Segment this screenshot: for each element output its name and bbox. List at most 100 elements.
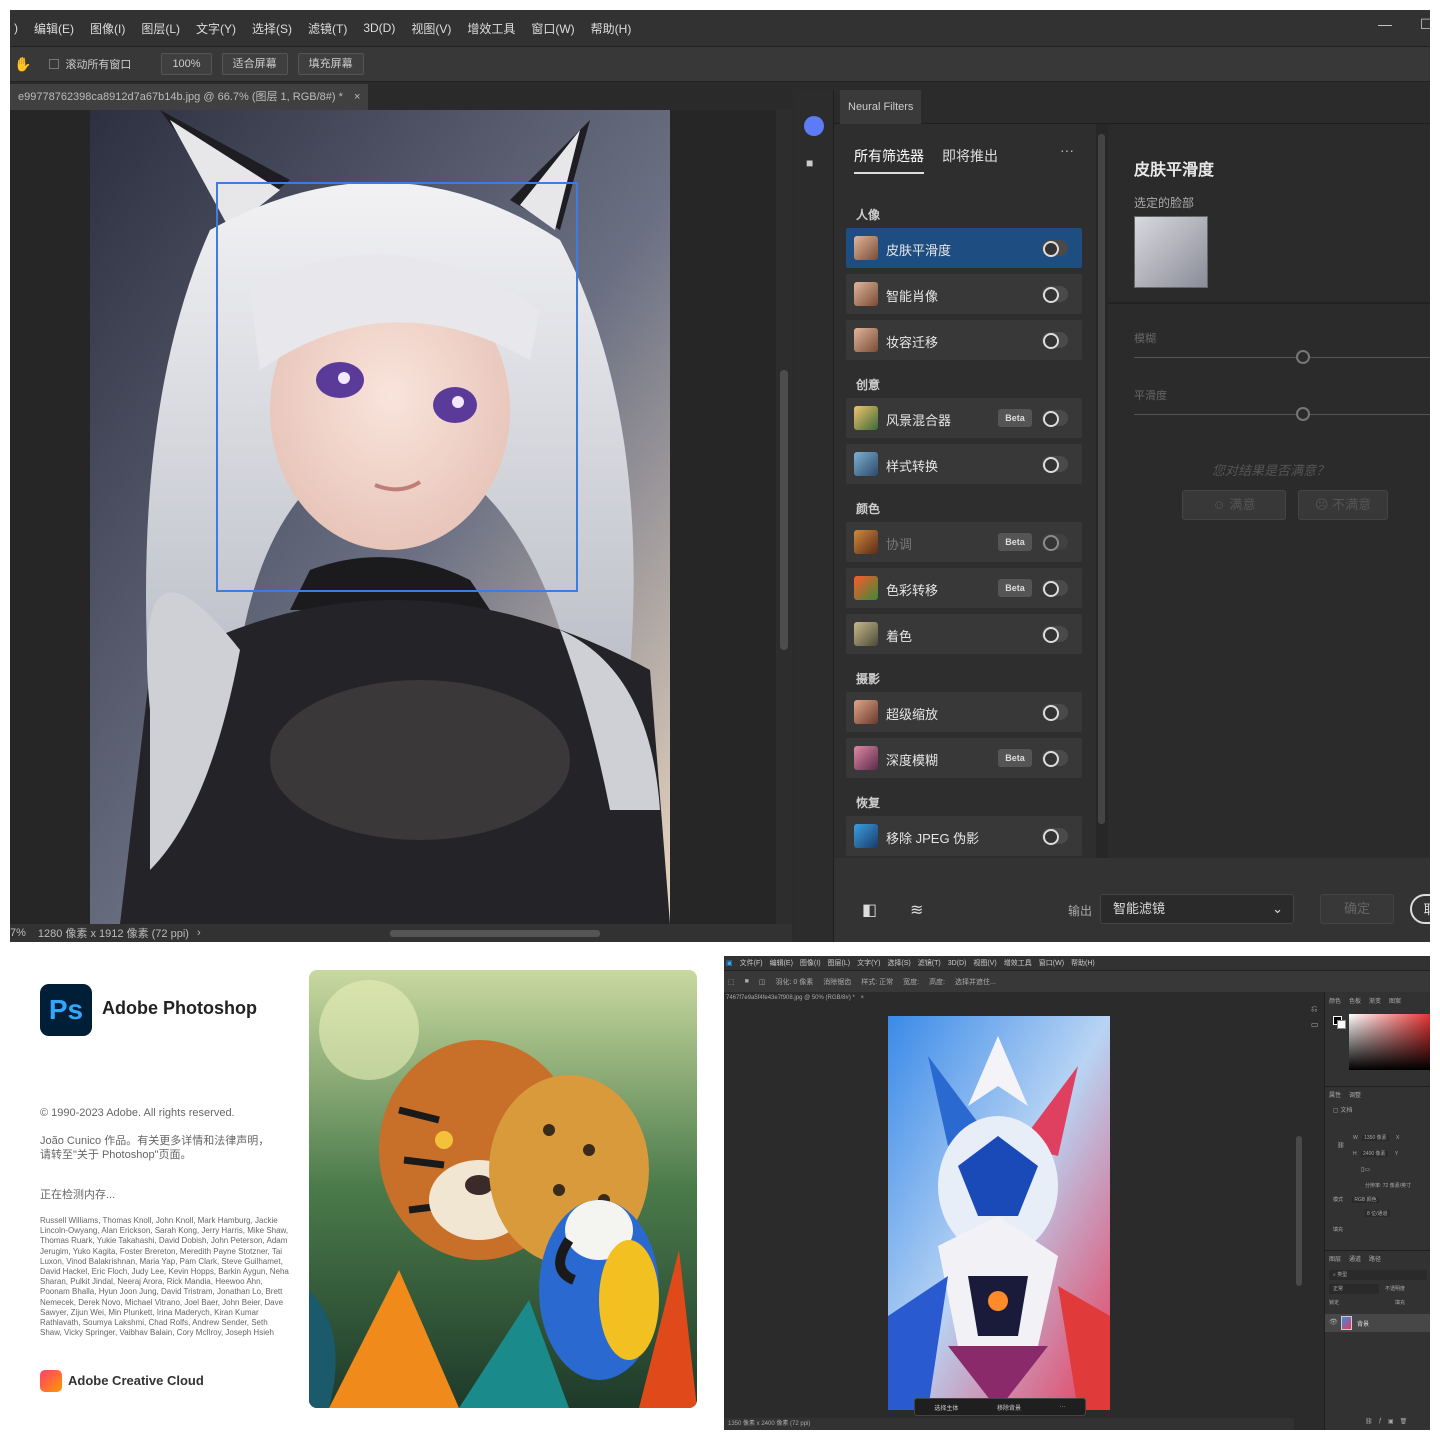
document-tab[interactable]: e99778762398ca8912d7a67b14b.jpg @ 66.7% … xyxy=(10,84,369,110)
menu-item[interactable]: ) xyxy=(14,21,18,35)
marketplace-icon[interactable]: ■ xyxy=(806,156,813,170)
scrollbar-thumb[interactable] xyxy=(1098,134,1105,824)
bit-depth-select[interactable]: 8 位/通道 xyxy=(1365,1210,1390,1217)
maximize-icon[interactable]: ☐ xyxy=(1420,16,1430,33)
style-select[interactable]: 样式: 正常 xyxy=(861,977,893,987)
new-layer-icon[interactable]: ▣ xyxy=(1388,1418,1394,1425)
fit-screen-button[interactable]: 适合屏幕 xyxy=(221,53,288,75)
not-satisfied-button[interactable]: ☹ 不满意 xyxy=(1298,490,1388,520)
blur-slider-handle[interactable] xyxy=(1296,350,1310,364)
menu-view[interactable]: 视图(V) xyxy=(411,20,451,37)
filter-landscape-mixer[interactable]: 风景混合器 Beta xyxy=(846,398,1082,438)
h-value[interactable]: 2400 像素 xyxy=(1361,1151,1388,1157)
filter-toggle[interactable] xyxy=(1042,410,1068,427)
filter-smart-portrait[interactable]: 智能肖像 xyxy=(846,274,1082,314)
filter-toggle[interactable] xyxy=(1042,534,1068,551)
menu-image[interactable]: 图像(I) xyxy=(90,20,125,37)
menu-file[interactable]: 文件(F) xyxy=(740,958,763,968)
menu-image[interactable]: 图像(I) xyxy=(800,958,821,968)
filter-toggle[interactable] xyxy=(1042,626,1068,643)
menu-help[interactable]: 帮助(H) xyxy=(1071,958,1095,968)
comment-icon[interactable]: ▭ xyxy=(1311,1020,1319,1029)
width-field[interactable]: 宽度: xyxy=(903,977,919,987)
remove-background-button[interactable]: 移除背景 xyxy=(997,1403,1021,1412)
marquee-tool-icon[interactable]: ⬚ xyxy=(728,978,735,986)
menu-view[interactable]: 视图(V) xyxy=(973,958,996,968)
fx-icon[interactable]: ƒ xyxy=(1379,1418,1382,1425)
menu-plugins[interactable]: 增效工具 xyxy=(1004,958,1032,968)
filter-harmonization[interactable]: 协调 Beta xyxy=(846,522,1082,562)
link-layers-icon[interactable]: ⛓ xyxy=(1365,1418,1373,1425)
filter-toggle[interactable] xyxy=(1042,750,1068,767)
close-tab-icon[interactable]: × xyxy=(354,91,360,103)
selected-face-thumbnail[interactable] xyxy=(1134,216,1208,288)
background-color-swatch[interactable] xyxy=(1337,1020,1346,1029)
eye-icon[interactable]: 👁 xyxy=(1329,1318,1338,1326)
horizontal-scrollbar-thumb[interactable] xyxy=(390,930,600,937)
menu-window[interactable]: 窗口(W) xyxy=(531,20,574,37)
menu-help[interactable]: 帮助(H) xyxy=(591,20,632,37)
filter-toggle[interactable] xyxy=(1042,580,1068,597)
layer-filter-input[interactable]: ⌕ 类型 xyxy=(1329,1270,1427,1280)
height-field[interactable]: 高度: xyxy=(929,977,945,987)
tab-adjustments[interactable]: 调整 xyxy=(1349,1090,1361,1099)
scrollbar-thumb[interactable] xyxy=(780,370,788,650)
filter-toggle[interactable] xyxy=(1042,704,1068,721)
menu-type[interactable]: 文字(Y) xyxy=(196,20,236,37)
face-detection-box[interactable] xyxy=(216,182,578,592)
status-zoom[interactable]: 7% xyxy=(10,927,26,939)
orientation-icon[interactable]: ▯▭ xyxy=(1361,1166,1370,1173)
color-picker-field[interactable] xyxy=(1349,1014,1430,1070)
filter-super-zoom[interactable]: 超级缩放 xyxy=(846,692,1082,732)
zoom-percent-button[interactable]: 100% xyxy=(161,53,212,75)
filter-toggle[interactable] xyxy=(1042,240,1068,257)
tab-channels[interactable]: 通道 xyxy=(1349,1254,1361,1263)
menu-select[interactable]: 选择(S) xyxy=(252,20,292,37)
preview-compare-icon[interactable]: ◧ xyxy=(862,900,877,920)
filter-colorize[interactable]: 着色 xyxy=(846,614,1082,654)
hand-tool-icon[interactable]: ✋ xyxy=(14,56,31,73)
layer-row-background[interactable]: 👁 背景 xyxy=(1325,1314,1430,1332)
filter-list-scrollbar[interactable] xyxy=(1096,124,1108,858)
feather-field[interactable]: 羽化: 0 像素 xyxy=(775,977,813,987)
new-selection-icon[interactable]: ■ xyxy=(745,978,749,985)
tab-swatches[interactable]: 色板 xyxy=(1349,996,1361,1005)
menu-window[interactable]: 窗口(W) xyxy=(1039,958,1064,968)
menu-plugins[interactable]: 增效工具 xyxy=(467,20,515,37)
add-selection-icon[interactable]: ◫ xyxy=(759,978,766,986)
smoothness-slider-handle[interactable] xyxy=(1296,407,1310,421)
cancel-button[interactable]: 取 xyxy=(1410,894,1430,924)
menu-select[interactable]: 选择(S) xyxy=(887,958,910,968)
menu-edit[interactable]: 编辑(E) xyxy=(770,958,793,968)
menu-layer[interactable]: 图层(L) xyxy=(828,958,851,968)
filter-style-transfer[interactable]: 样式转换 xyxy=(846,444,1082,484)
close-tab-icon[interactable]: × xyxy=(861,995,865,1001)
blend-mode-select[interactable]: 正常 xyxy=(1329,1284,1379,1294)
filter-color-transfer[interactable]: 色彩转移 Beta xyxy=(846,568,1082,608)
canvas-vertical-scrollbar[interactable] xyxy=(776,110,792,924)
more-options-icon[interactable]: ··· xyxy=(1060,142,1074,158)
mode-select[interactable]: RGB 颜色 xyxy=(1352,1197,1379,1203)
filter-makeup-transfer[interactable]: 妆容迁移 xyxy=(846,320,1082,360)
filter-toggle[interactable] xyxy=(1042,286,1068,303)
more-options-icon[interactable]: ··· xyxy=(1060,1404,1066,1410)
tab-layers[interactable]: 图层 xyxy=(1329,1254,1341,1263)
anti-alias-checkbox[interactable]: 消除锯齿 xyxy=(823,977,851,987)
output-select[interactable]: 智能滤镜 ⌄ xyxy=(1100,894,1294,924)
canvas-area[interactable] xyxy=(10,110,776,924)
ok-button[interactable]: 确定 xyxy=(1320,894,1394,924)
menu-3d[interactable]: 3D(D) xyxy=(363,21,395,35)
satisfied-button[interactable]: ☺ 满意 xyxy=(1182,490,1286,520)
tab-upcoming[interactable]: 即将推出 xyxy=(942,146,998,174)
menu-layer[interactable]: 图层(L) xyxy=(141,20,180,37)
select-and-mask-button[interactable]: 选择并遮住... xyxy=(955,977,996,987)
filter-depth-blur[interactable]: 深度模糊 Beta xyxy=(846,738,1082,778)
minimize-icon[interactable]: — xyxy=(1378,16,1392,32)
delete-layer-icon[interactable]: 🗑 xyxy=(1400,1418,1408,1425)
menu-filter[interactable]: 滤镜(T) xyxy=(308,20,347,37)
tab-gradients[interactable]: 渐变 xyxy=(1369,996,1381,1005)
link-icon[interactable]: ⛓ xyxy=(1337,1142,1345,1149)
filter-skin-smoothing[interactable]: 皮肤平滑度 xyxy=(846,228,1082,268)
history-icon[interactable]: ⎌ xyxy=(1311,1004,1317,1014)
filter-toggle[interactable] xyxy=(1042,456,1068,473)
